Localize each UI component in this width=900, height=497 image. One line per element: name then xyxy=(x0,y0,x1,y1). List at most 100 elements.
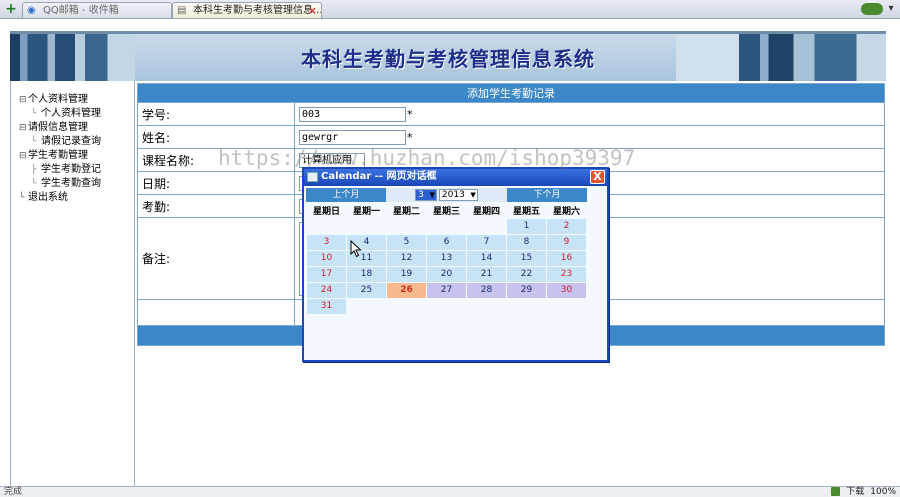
calendar-blank-cell xyxy=(506,297,547,315)
left-nav: ⊟个人资料管理 └ 个人资料管理 ⊟请假信息管理 └ 请假记录查询 ⊟学生考勤管理 … xyxy=(10,81,135,486)
calendar-day[interactable]: 27 xyxy=(426,281,467,299)
browser-tab-qqmail[interactable]: ◉ QQ邮箱 - 收件箱 xyxy=(22,2,172,18)
calendar-week-row: 17 18 19 20 21 22 23 xyxy=(306,265,587,283)
calendar-day[interactable]: 17 xyxy=(306,265,347,283)
student-id-label: 学号: xyxy=(137,102,295,126)
tree-collapse-icon: ⊟ xyxy=(19,151,27,161)
status-text: 完成 xyxy=(4,487,23,497)
calendar-day[interactable]: 28 xyxy=(466,281,507,299)
calendar-blank-cell xyxy=(306,217,347,235)
calendar-day[interactable]: 26 xyxy=(386,281,427,299)
browser-tab-system[interactable]: ▤ 本科生考勤与考核管理信息... × xyxy=(172,2,322,18)
calendar-day[interactable]: 25 xyxy=(346,281,387,299)
nav-tree: ⊟个人资料管理 └ 个人资料管理 ⊟请假信息管理 └ 请假记录查询 ⊟学生考勤管理 … xyxy=(19,93,101,205)
nav-item-profile-manage[interactable]: └ 个人资料管理 xyxy=(19,107,101,121)
dialog-window-icon xyxy=(307,172,318,182)
form-title: 添加学生考勤记录 xyxy=(137,83,885,103)
calendar-day[interactable]: 30 xyxy=(546,281,587,299)
student-id-input[interactable]: 003 xyxy=(299,106,406,122)
calendar-day[interactable]: 8 xyxy=(506,233,547,251)
weekday-header: 星期二 xyxy=(386,204,427,218)
download-label[interactable]: 下载 xyxy=(846,487,864,497)
calendar-title: Calendar -- 网页对话框 xyxy=(321,171,437,182)
month-select[interactable]: 3 xyxy=(415,189,437,201)
required-mark: * xyxy=(407,130,413,144)
calendar-day[interactable]: 7 xyxy=(466,233,507,251)
calendar-day[interactable]: 23 xyxy=(546,265,587,283)
calendar-day[interactable]: 16 xyxy=(546,249,587,267)
tree-collapse-icon: ⊟ xyxy=(19,95,27,105)
tab-nav-controls: ▾ xyxy=(860,3,896,16)
weekday-header-row: 星期日 星期一 星期二 星期三 星期四 星期五 星期六 xyxy=(306,204,587,218)
page-icon: ▤ xyxy=(177,5,187,16)
calendar-nav: 上个月 3 2013 下个月 xyxy=(306,188,587,202)
calendar-day[interactable]: 29 xyxy=(506,281,547,299)
nav-group-profile[interactable]: ⊟个人资料管理 xyxy=(19,93,101,107)
calendar-blank-cell xyxy=(426,217,467,235)
calendar-day[interactable]: 14 xyxy=(466,249,507,267)
status-bar: 完成 下载 100% xyxy=(0,486,900,497)
calendar-day[interactable]: 20 xyxy=(426,265,467,283)
calendar-day[interactable]: 10 xyxy=(306,249,347,267)
nav-item-leave-query[interactable]: └ 请假记录查询 xyxy=(19,135,101,149)
calendar-dialog: Calendar -- 网页对话框 X 上个月 3 2013 下个月 星期日星期… xyxy=(302,167,609,362)
attendance-label: 考勤: xyxy=(137,194,295,218)
nav-group-leave[interactable]: ⊟请假信息管理 xyxy=(19,121,101,135)
form-row-student-id: 学号: 003 * xyxy=(137,102,885,126)
calendar-blank-cell xyxy=(346,217,387,235)
nav-item-attendance-register[interactable]: ├ 学生考勤登记 xyxy=(19,163,101,177)
weekday-header: 星期一 xyxy=(346,204,387,218)
prev-month-button[interactable]: 上个月 xyxy=(306,188,386,202)
calendar-day[interactable]: 3 xyxy=(306,233,347,251)
calendar-day[interactable]: 22 xyxy=(506,265,547,283)
calendar-day[interactable]: 1 xyxy=(506,217,547,235)
calendar-day[interactable]: 31 xyxy=(306,297,347,315)
calendar-day[interactable]: 6 xyxy=(426,233,467,251)
tree-collapse-icon: ⊟ xyxy=(19,123,27,133)
calendar-day[interactable]: 9 xyxy=(546,233,587,251)
qq-mail-icon: ◉ xyxy=(27,5,36,16)
calendar-week-row: 3456789 xyxy=(306,233,587,251)
calendar-grid: 星期日 星期一 星期二 星期三 星期四 星期五 星期六 1 2 3 4 5 6 7 8 9 10 11 12 13 1… xyxy=(306,204,587,315)
calendar-day[interactable]: 18 xyxy=(346,265,387,283)
tab-menu-icon[interactable]: ▾ xyxy=(886,3,896,15)
weekday-header: 星期六 xyxy=(546,204,587,218)
close-tab-icon[interactable]: × xyxy=(308,3,317,18)
nav-item-logout[interactable]: └ 退出系统 xyxy=(19,191,101,205)
nav-item-attendance-query[interactable]: └ 学生考勤查询 xyxy=(19,177,101,191)
download-icon[interactable] xyxy=(831,487,841,496)
tab-label: 本科生考勤与考核管理信息... xyxy=(193,5,322,16)
browser-tab-bar: + ◉ QQ邮箱 - 收件箱 ▤ 本科生考勤与考核管理信息... × ▾ xyxy=(0,0,900,19)
calendar-titlebar[interactable]: Calendar -- 网页对话框 X xyxy=(304,169,607,186)
calendar-day[interactable]: 5 xyxy=(386,233,427,251)
calendar-day[interactable]: 15 xyxy=(506,249,547,267)
calendar-day[interactable]: 19 xyxy=(386,265,427,283)
name-label: 姓名: xyxy=(137,125,295,149)
tab-scroll-icon[interactable] xyxy=(860,3,883,15)
nav-group-attendance[interactable]: ⊟学生考勤管理 xyxy=(19,149,101,163)
course-select[interactable]: 计算机应用 xyxy=(299,152,365,168)
close-icon[interactable]: X xyxy=(590,170,605,184)
weekday-header: 星期日 xyxy=(306,204,347,218)
tree-branch-icon: ├ xyxy=(31,165,37,175)
calendar-blank-cell xyxy=(466,297,507,315)
name-input[interactable]: gewrgr xyxy=(299,129,406,145)
next-month-button[interactable]: 下个月 xyxy=(507,188,587,202)
form-row-name: 姓名: gewrgr * xyxy=(137,125,885,149)
calendar-day[interactable]: 21 xyxy=(466,265,507,283)
new-tab-icon[interactable]: + xyxy=(3,2,19,17)
calendar-day[interactable]: 13 xyxy=(426,249,467,267)
calendar-blank-cell xyxy=(546,297,587,315)
tab-label: QQ邮箱 - 收件箱 xyxy=(43,5,119,16)
weekday-header: 星期四 xyxy=(466,204,507,218)
calendar-day[interactable]: 12 xyxy=(386,249,427,267)
zoom-level[interactable]: 100% xyxy=(870,487,896,497)
date-label: 日期: xyxy=(137,171,295,195)
calendar-week-row: 31 xyxy=(306,297,587,315)
calendar-day[interactable]: 24 xyxy=(306,281,347,299)
calendar-blank-cell xyxy=(466,217,507,235)
year-select[interactable]: 2013 xyxy=(438,189,478,201)
mouse-cursor-icon xyxy=(350,240,362,258)
calendar-day[interactable]: 2 xyxy=(546,217,587,235)
system-banner: 本科生考勤与考核管理信息系统 xyxy=(10,31,886,81)
